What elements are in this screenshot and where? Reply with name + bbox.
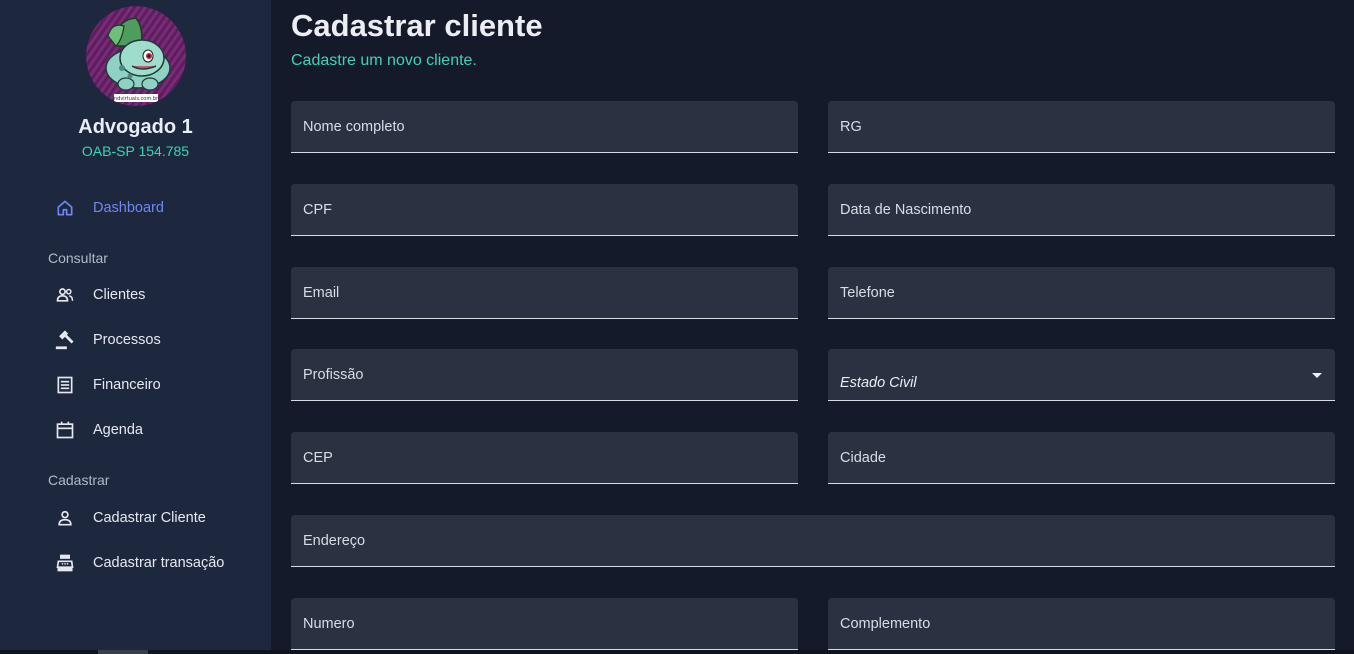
chevron-down-icon bbox=[1312, 373, 1322, 378]
receipt-icon bbox=[54, 374, 76, 396]
endereco-field[interactable] bbox=[291, 515, 1335, 567]
sidebar-item-label: Financeiro bbox=[93, 377, 161, 393]
people-icon bbox=[54, 284, 76, 306]
sidebar-item-processos[interactable]: Processos bbox=[48, 324, 258, 356]
nome-input[interactable] bbox=[291, 101, 798, 152]
telefone-input[interactable] bbox=[828, 267, 1335, 318]
scroll-indicator bbox=[98, 650, 148, 654]
profissao-field[interactable] bbox=[291, 349, 798, 401]
cep-input[interactable] bbox=[291, 432, 798, 483]
cidade-input[interactable] bbox=[828, 432, 1335, 483]
complemento-field[interactable] bbox=[828, 598, 1335, 650]
email-field[interactable] bbox=[291, 267, 798, 319]
page-title: Cadastrar cliente bbox=[291, 8, 543, 43]
sidebar-item-label: Processos bbox=[93, 332, 161, 348]
section-title-consultar: Consultar bbox=[48, 250, 108, 266]
endereco-input[interactable] bbox=[291, 515, 1335, 566]
numero-field[interactable] bbox=[291, 598, 798, 650]
complemento-input[interactable] bbox=[828, 598, 1335, 649]
estado-civil-label: Estado Civil bbox=[840, 375, 917, 391]
profile-name: Advogado 1 bbox=[78, 116, 193, 138]
cpf-input[interactable] bbox=[291, 184, 798, 235]
sidebar-item-cadastrar-transacao[interactable]: Cadastrar transação bbox=[48, 547, 258, 579]
sidebar-item-financeiro[interactable]: Financeiro bbox=[48, 369, 258, 401]
cep-field[interactable] bbox=[291, 432, 798, 484]
calendar-icon bbox=[54, 419, 76, 441]
sidebar-item-label: Cadastrar transação bbox=[93, 555, 225, 571]
sidebar-item-label: Dashboard bbox=[93, 200, 164, 216]
section-title-cadastrar: Cadastrar bbox=[48, 472, 110, 488]
rg-field[interactable] bbox=[828, 101, 1335, 153]
page-subtitle: Cadastre um novo cliente. bbox=[291, 52, 477, 69]
sidebar-item-dashboard[interactable]: Dashboard bbox=[48, 192, 258, 224]
cidade-field[interactable] bbox=[828, 432, 1335, 484]
rg-input[interactable] bbox=[828, 101, 1335, 152]
email-input[interactable] bbox=[291, 267, 798, 318]
cpf-field[interactable] bbox=[291, 184, 798, 236]
nascimento-field[interactable] bbox=[828, 184, 1335, 236]
telefone-field[interactable] bbox=[828, 267, 1335, 319]
gavel-icon bbox=[54, 329, 76, 351]
home-icon bbox=[54, 197, 76, 219]
sidebar: ndvirtuais.com.br Advogado 1 OAB-SP 154.… bbox=[0, 0, 271, 650]
profile-oab: OAB-SP 154.785 bbox=[81, 143, 190, 159]
sidebar-item-label: Agenda bbox=[93, 422, 143, 438]
app-window: ndvirtuais.com.br Advogado 1 OAB-SP 154.… bbox=[0, 0, 1354, 650]
person-icon bbox=[54, 507, 76, 529]
avatar-caption: ndvirtuais.com.br bbox=[114, 96, 159, 102]
estado-civil-select[interactable]: Estado Civil bbox=[828, 349, 1335, 401]
sidebar-item-label: Clientes bbox=[93, 287, 146, 303]
nome-field[interactable] bbox=[291, 101, 798, 153]
sidebar-item-clientes[interactable]: Clientes bbox=[48, 279, 258, 311]
numero-input[interactable] bbox=[291, 598, 798, 649]
profissao-input[interactable] bbox=[291, 349, 798, 400]
sidebar-item-agenda[interactable]: Agenda bbox=[48, 414, 258, 446]
sidebar-item-cadastrar-cliente[interactable]: Cadastrar Cliente bbox=[48, 502, 258, 534]
avatar: ndvirtuais.com.br bbox=[86, 6, 186, 106]
nascimento-input[interactable] bbox=[828, 184, 1335, 235]
sidebar-item-label: Cadastrar Cliente bbox=[93, 510, 206, 526]
cash-register-icon bbox=[54, 552, 76, 574]
